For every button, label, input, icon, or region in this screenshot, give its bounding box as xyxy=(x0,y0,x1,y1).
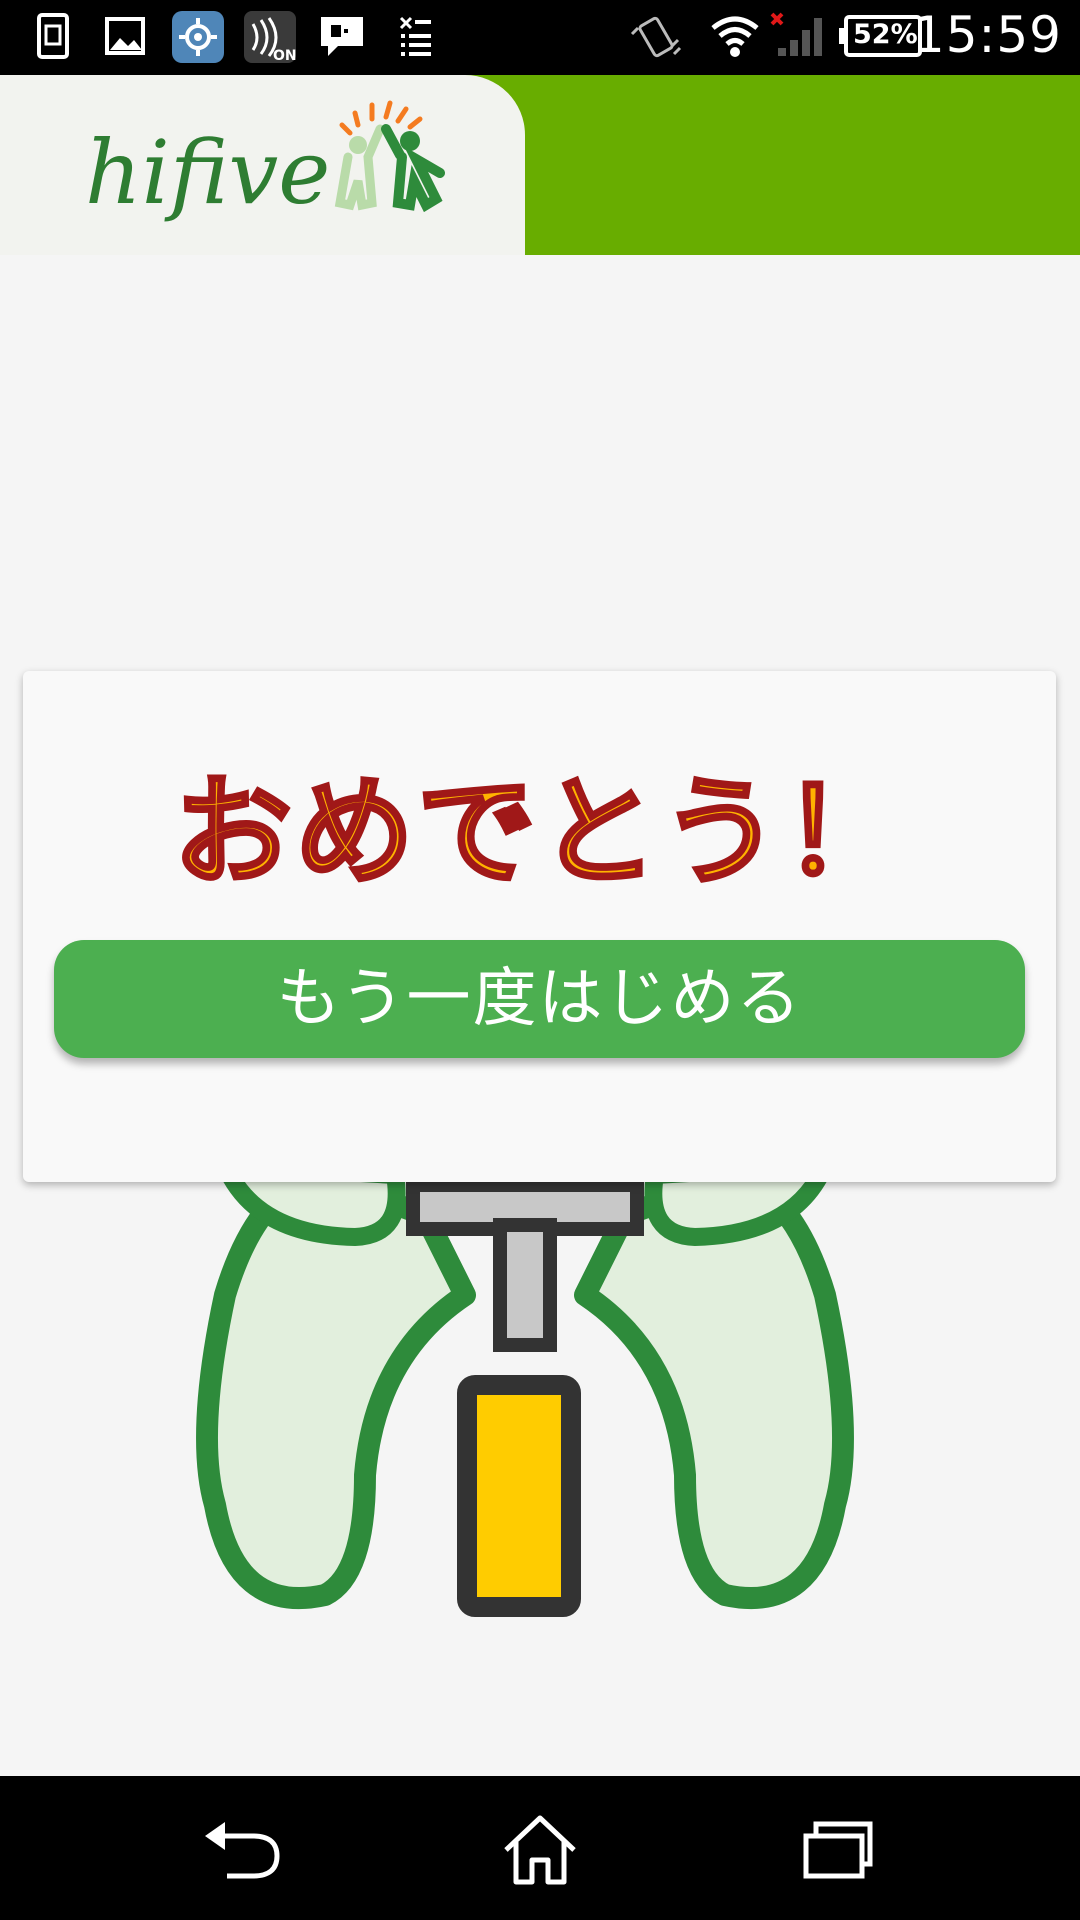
restart-button[interactable]: もう一度はじめる xyxy=(54,940,1025,1058)
settings-app-icon xyxy=(172,11,224,63)
app-header: hifive xyxy=(0,75,1080,255)
message-icon xyxy=(321,17,363,56)
clock: 15:59 xyxy=(912,6,1062,64)
sim-card-icon xyxy=(37,13,69,59)
status-bar: ON 52% 15:59 xyxy=(0,0,1080,75)
gallery-icon xyxy=(105,17,145,55)
battery-percentage: 52% xyxy=(853,19,918,50)
nfc-on-icon: ON xyxy=(244,11,297,64)
navigation-bar xyxy=(0,1776,1080,1920)
result-dialog: おめでとう！ もう一度はじめる xyxy=(23,671,1056,1182)
logo-text: hifive xyxy=(85,121,330,224)
svg-text:ON: ON xyxy=(273,48,297,64)
hifive-logo: hifive xyxy=(85,100,445,224)
vibrate-icon xyxy=(630,16,682,58)
logo-panel: hifive xyxy=(0,75,525,255)
no-signal-icon xyxy=(770,12,822,56)
wifi-icon xyxy=(711,16,759,57)
dialog-title: おめでとう！ xyxy=(171,761,906,903)
download-list-icon xyxy=(399,16,431,56)
recent-apps-icon[interactable] xyxy=(802,1820,874,1880)
robot-mascot-illustration xyxy=(196,1175,854,1617)
back-icon[interactable] xyxy=(203,1820,283,1880)
home-icon[interactable] xyxy=(500,1814,580,1886)
